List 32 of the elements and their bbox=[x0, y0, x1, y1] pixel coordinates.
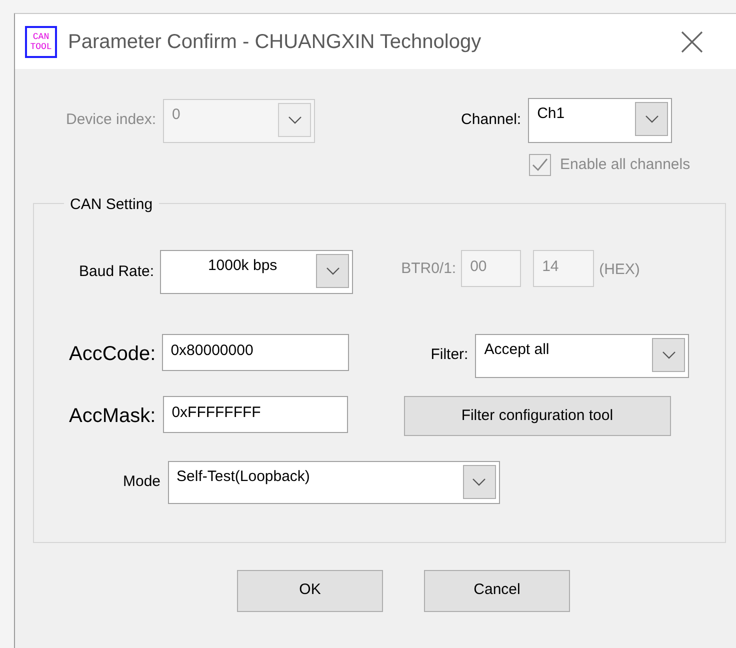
channel-dropdown[interactable]: Ch1 bbox=[528, 98, 672, 143]
app-icon: CAN TOOL bbox=[25, 26, 57, 58]
chevron-icon bbox=[288, 116, 302, 124]
acc-code-label: AccCode: bbox=[69, 342, 156, 367]
dropdown-button[interactable] bbox=[462, 465, 496, 499]
filter-configuration-button[interactable]: Filter configuration tool bbox=[404, 396, 671, 436]
channel-label: Channel: bbox=[461, 110, 522, 130]
dropdown-button[interactable] bbox=[316, 254, 350, 288]
mode-label: Mode bbox=[123, 472, 161, 492]
close-icon[interactable] bbox=[680, 30, 704, 54]
checkbox-label: Enable all channels bbox=[560, 155, 690, 175]
chevron-icon bbox=[644, 115, 659, 123]
chevron-icon bbox=[326, 267, 340, 275]
filter-label: Filter: bbox=[430, 345, 468, 365]
mode-dropdown[interactable]: Self-Test(Loopback) bbox=[168, 461, 500, 504]
device-index-label: Device index: bbox=[66, 110, 156, 130]
dialog-button[interactable]: OK bbox=[237, 570, 383, 612]
acc-code-field[interactable]: 0x80000000 bbox=[162, 334, 349, 371]
hex-label: (HEX) bbox=[599, 260, 640, 280]
baud-rate-dropdown[interactable]: 1000k bps bbox=[160, 250, 354, 294]
btr-label: BTR0/1: bbox=[401, 258, 456, 279]
window-title: Parameter Confirm - CHUANGXIN Technology bbox=[68, 30, 482, 54]
dialog-button[interactable]: Cancel bbox=[424, 570, 570, 612]
acc-mask-field[interactable]: 0xFFFFFFFF bbox=[162, 396, 348, 433]
check-icon bbox=[532, 158, 548, 172]
chevron-icon bbox=[472, 478, 486, 486]
dropdown-button[interactable] bbox=[635, 102, 668, 136]
chevron-icon bbox=[662, 351, 676, 359]
acc-mask-label: AccMask: bbox=[69, 404, 156, 429]
dropdown-button[interactable] bbox=[652, 338, 686, 372]
baud-rate-label: Baud Rate: bbox=[79, 262, 154, 282]
filter-dropdown[interactable]: Accept all bbox=[475, 334, 690, 378]
